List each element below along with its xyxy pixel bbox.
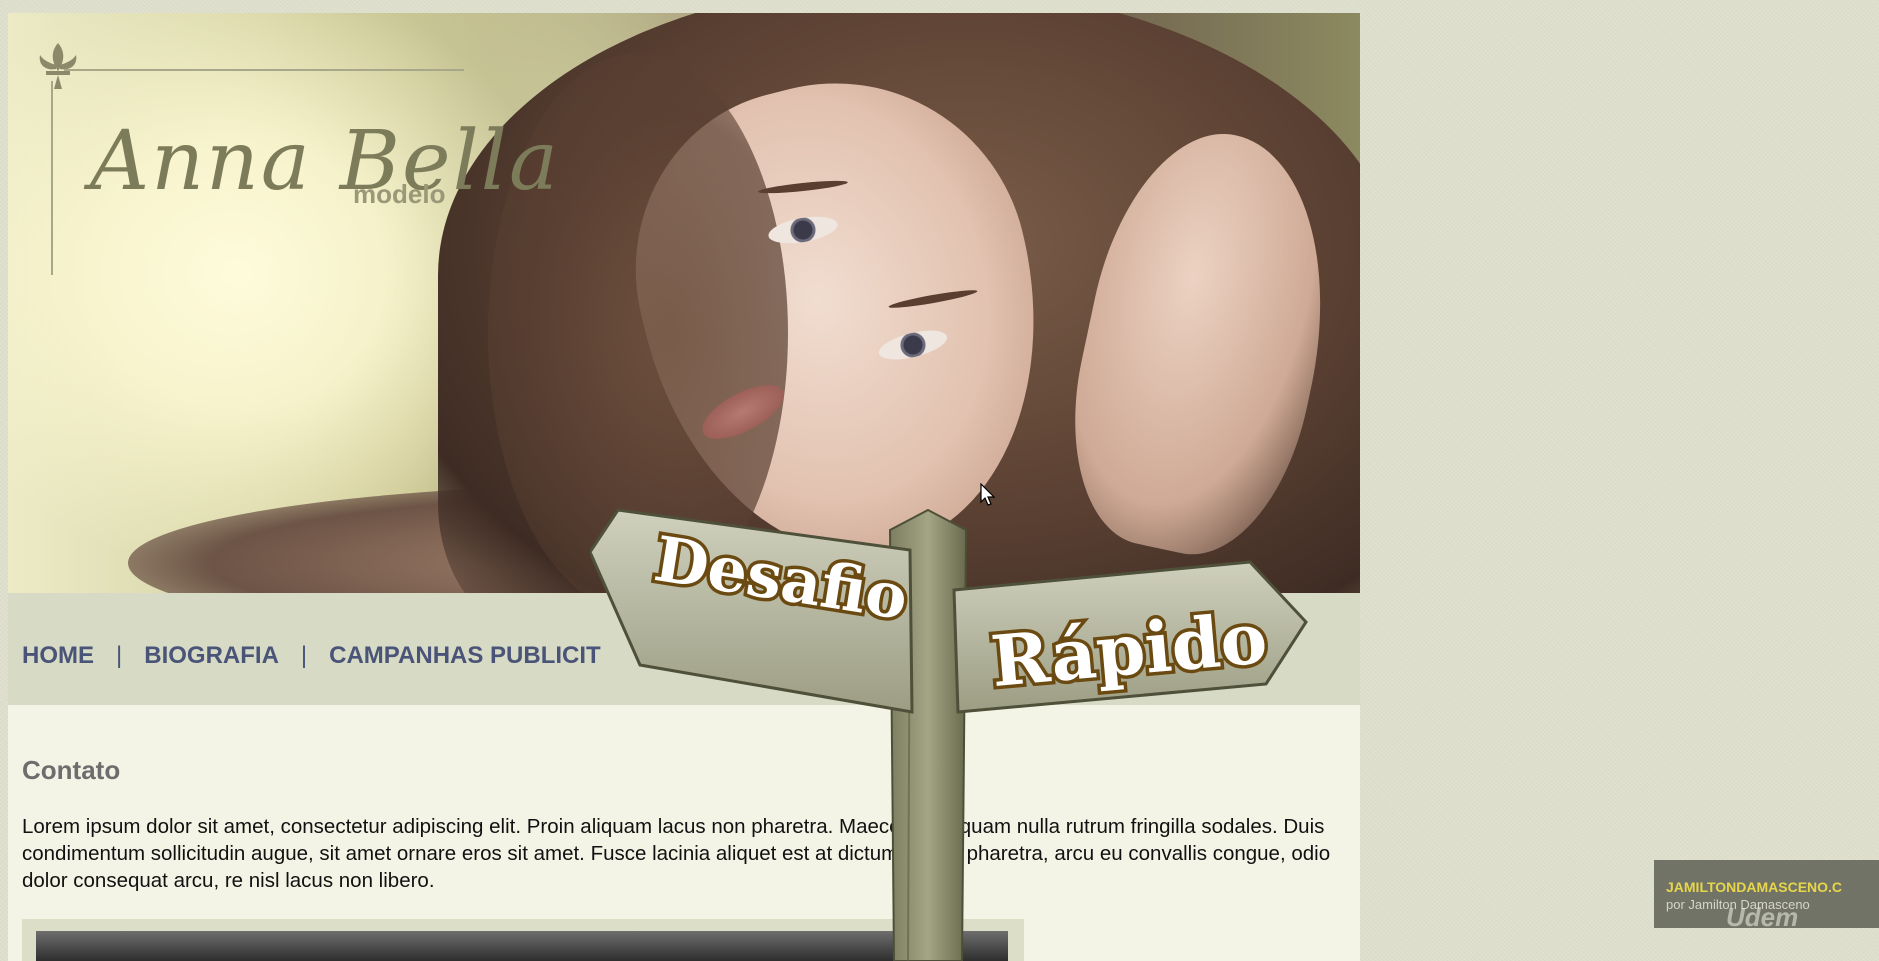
nav-campanhas-link[interactable]: CAMPANHAS PUBLICIT [329,642,601,670]
nav-separator: | [300,642,308,669]
watermark-site: JAMILTONDAMASCENO.C [1666,879,1843,895]
watermark-brand: Udem [1726,902,1799,928]
nav-home-link[interactable]: HOME [22,642,94,670]
mouse-cursor-icon [980,483,996,506]
main-nav: HOME | BIOGRAFIA | CAMPANHAS PUBLICIT [22,642,601,670]
signpost-overlay: Desafio Rápido [590,508,1308,961]
logo-divider-horizontal [64,69,464,71]
content-title: Contato [22,755,121,785]
nav-biografia-link[interactable]: BIOGRAFIA [144,642,279,670]
logo-subtitle: modelo [353,179,446,209]
nav-separator: | [116,642,123,669]
logo-name: Anna Bella [90,114,560,209]
logo-divider-vertical [51,81,53,275]
watermark-badge: JAMILTONDAMASCENO.C por Jamilton Damasce… [1654,860,1879,928]
fleur-de-lis-icon [39,43,77,89]
